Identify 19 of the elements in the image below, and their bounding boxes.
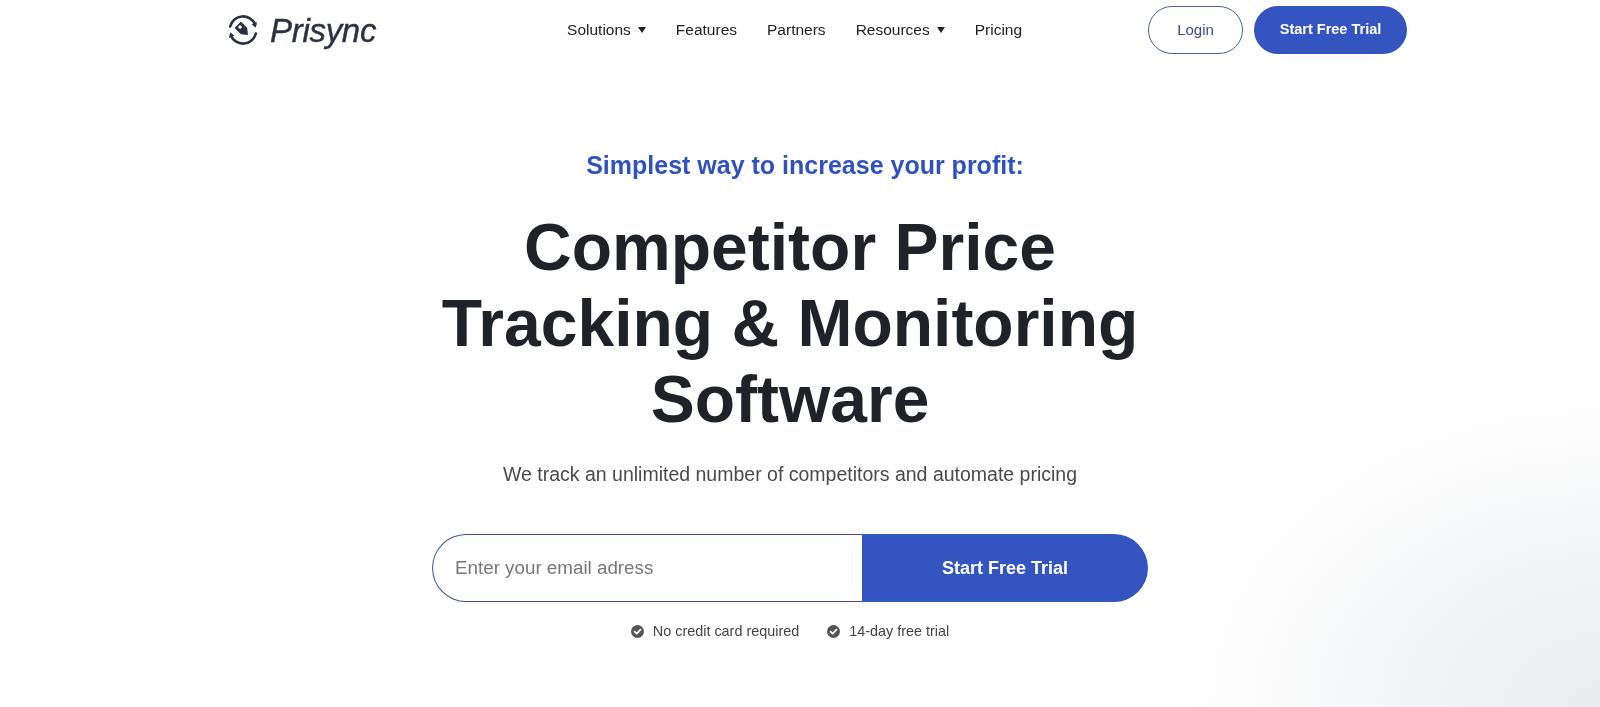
nav-link[interactable]: Resources bbox=[855, 22, 945, 38]
check-circle-icon bbox=[827, 624, 841, 638]
login-button[interactable]: Login bbox=[1148, 6, 1243, 54]
start-trial-button[interactable]: Start Free Trial bbox=[1254, 6, 1407, 54]
perk-text: No credit card required bbox=[652, 622, 800, 641]
nav-link[interactable]: Features bbox=[675, 22, 738, 38]
nav-link[interactable]: Pricing bbox=[974, 22, 1023, 38]
logo[interactable]: Prisync bbox=[226, 13, 377, 47]
hero-subtitle: We track an unlimited number of competitors and automate pricing bbox=[501, 462, 1079, 487]
nav-link[interactable]: Solutions bbox=[567, 22, 646, 38]
start-trial-button[interactable]: Start Free Trial bbox=[862, 534, 1148, 602]
hero-headline: Competitor Price Tracking & Monitoring Software bbox=[440, 209, 1140, 437]
hero-tagline: Simplest way to increase your profit: bbox=[585, 150, 1025, 181]
logo-icon bbox=[226, 13, 260, 47]
check-circle-icon bbox=[630, 624, 644, 638]
logo-wordmark: Prisync bbox=[270, 13, 377, 47]
nav-link[interactable]: Partners bbox=[767, 22, 826, 38]
perk-text: 14-day free trial bbox=[849, 622, 950, 641]
email-field[interactable]: Enter your email adress bbox=[432, 534, 862, 602]
